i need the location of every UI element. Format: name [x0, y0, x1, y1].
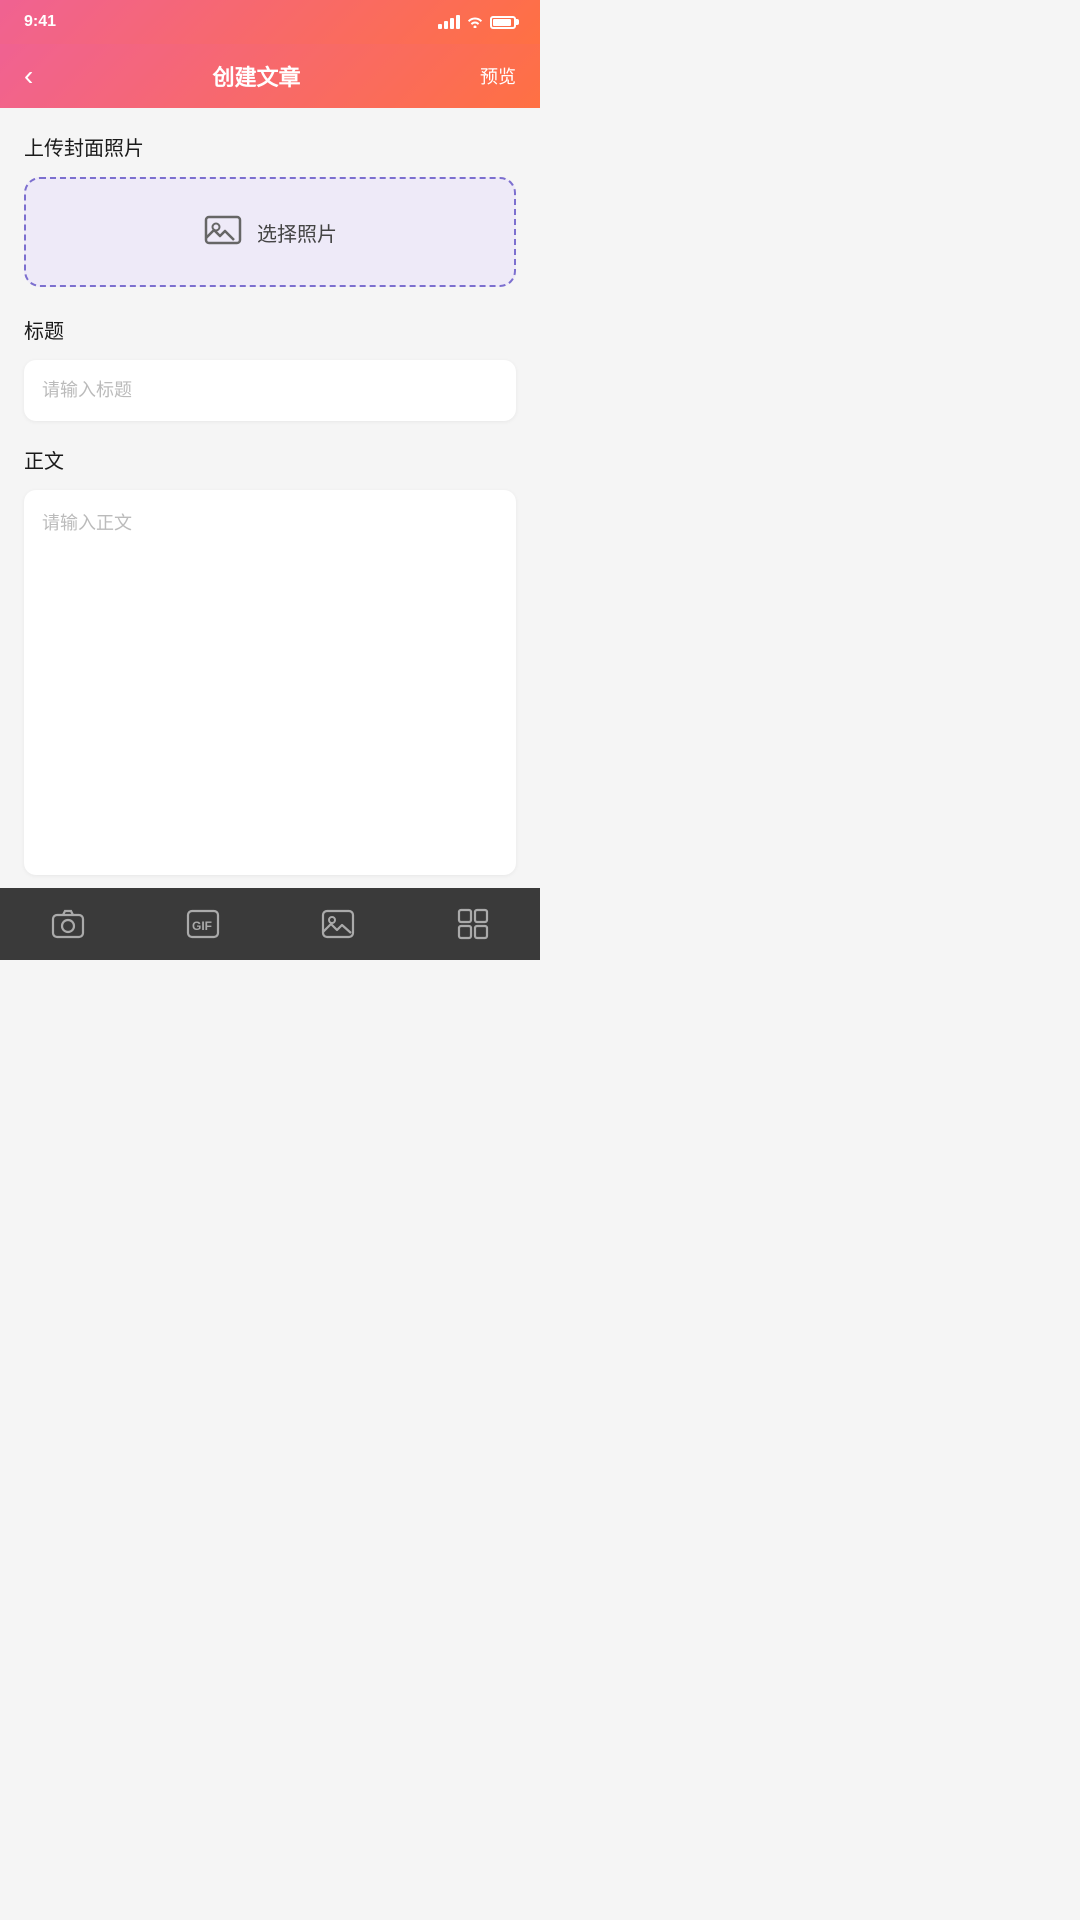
select-photo-label: 选择照片	[257, 218, 337, 247]
title-section: 标题	[24, 315, 516, 421]
body-input-container	[24, 490, 516, 875]
title-input[interactable]	[42, 380, 498, 401]
content-area: 上传封面照片 选择照片 标题 正文	[0, 108, 540, 888]
body-section: 正文	[24, 445, 516, 875]
bottom-toolbar: GIF	[0, 888, 540, 960]
back-button[interactable]: ‹	[24, 60, 33, 92]
svg-text:GIF: GIF	[192, 919, 212, 933]
title-input-container	[24, 360, 516, 421]
preview-button[interactable]: 预览	[480, 63, 516, 89]
status-bar: 9:41	[0, 0, 540, 44]
status-time: 9:41	[24, 13, 56, 31]
grid-button[interactable]	[455, 906, 491, 942]
photo-placeholder-icon	[203, 210, 243, 255]
camera-button[interactable]	[50, 906, 86, 942]
status-icons	[438, 14, 516, 31]
body-input[interactable]	[42, 510, 498, 850]
signal-icon	[438, 15, 460, 29]
page-title: 创建文章	[213, 60, 301, 92]
image-button[interactable]	[320, 906, 356, 942]
photo-upload-button[interactable]: 选择照片	[24, 177, 516, 287]
gif-button[interactable]: GIF	[185, 906, 221, 942]
wifi-icon	[466, 14, 484, 31]
battery-icon	[490, 16, 516, 29]
title-section-label: 标题	[24, 315, 516, 344]
cover-section-label: 上传封面照片	[24, 132, 516, 161]
body-section-label: 正文	[24, 445, 516, 474]
header: ‹ 创建文章 预览	[0, 44, 540, 108]
